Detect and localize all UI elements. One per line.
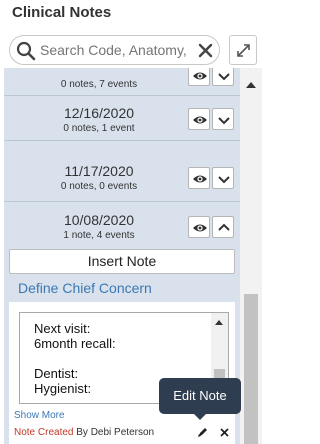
note-date: 11/17/2020 xyxy=(64,163,134,179)
note-row[interactable]: 0 notes, 7 events xyxy=(4,68,240,96)
note-row[interactable]: 11/17/2020 0 notes, 0 events xyxy=(4,141,240,202)
note-card: Next visit: 6month recall: Dentist: Hygi… xyxy=(9,302,235,444)
note-status: Note Created xyxy=(14,427,74,438)
note-counts: 1 note, 4 events xyxy=(63,230,135,241)
tooltip-tail xyxy=(194,414,206,420)
note-date: 10/08/2020 xyxy=(63,212,135,228)
search-box[interactable] xyxy=(9,35,220,65)
eye-icon xyxy=(193,224,207,232)
collapse-toggle-button[interactable] xyxy=(212,216,234,238)
expand-toggle-button[interactable] xyxy=(212,108,234,130)
note-created-line: Note Created By Debi Peterson xyxy=(14,427,154,438)
expand-icon xyxy=(237,44,250,57)
chevron-down-icon xyxy=(218,117,230,125)
insert-note-button[interactable]: Insert Note xyxy=(9,249,235,274)
view-button[interactable] xyxy=(188,216,210,238)
chevron-down-icon xyxy=(218,73,230,81)
note-text: Next visit: 6month recall: Dentist: Hygi… xyxy=(34,321,116,396)
panel-scrollbar[interactable] xyxy=(240,68,262,444)
expand-toggle-button[interactable] xyxy=(212,68,234,86)
chevron-down-icon xyxy=(218,176,230,184)
close-icon[interactable] xyxy=(220,428,229,437)
clear-icon[interactable] xyxy=(198,43,213,58)
note-counts: 0 notes, 7 events xyxy=(60,79,138,90)
edit-note-tooltip: Edit Note xyxy=(159,378,241,420)
tooltip-text: Edit Note xyxy=(173,388,227,403)
note-counts: 0 notes, 1 event xyxy=(63,123,135,134)
pencil-icon[interactable] xyxy=(197,426,209,438)
note-row[interactable]: 10/08/2020 1 note, 4 events xyxy=(4,202,240,246)
scroll-thumb[interactable] xyxy=(244,294,258,444)
search-input[interactable] xyxy=(40,40,200,60)
note-counts: 0 notes, 0 events xyxy=(60,181,138,192)
search-icon xyxy=(16,41,36,61)
show-more-link[interactable]: Show More xyxy=(14,410,65,421)
note-author: By Debi Peterson xyxy=(73,427,155,438)
eye-icon xyxy=(193,175,207,183)
view-button[interactable] xyxy=(188,167,210,189)
expand-button[interactable] xyxy=(229,35,257,65)
eye-icon xyxy=(193,116,207,124)
scroll-up-arrow-icon[interactable] xyxy=(215,320,223,325)
define-chief-concern-link[interactable]: Define Chief Concern xyxy=(18,280,152,296)
scroll-up-arrow-icon[interactable] xyxy=(246,82,256,88)
note-date: 12/16/2020 xyxy=(63,105,135,121)
view-button[interactable] xyxy=(188,108,210,130)
view-button[interactable] xyxy=(188,68,210,86)
eye-icon xyxy=(193,72,207,80)
page-title: Clinical Notes xyxy=(12,4,112,21)
note-row[interactable]: 12/16/2020 0 notes, 1 event xyxy=(4,95,240,141)
expand-toggle-button[interactable] xyxy=(212,167,234,189)
chevron-up-icon xyxy=(218,223,230,231)
